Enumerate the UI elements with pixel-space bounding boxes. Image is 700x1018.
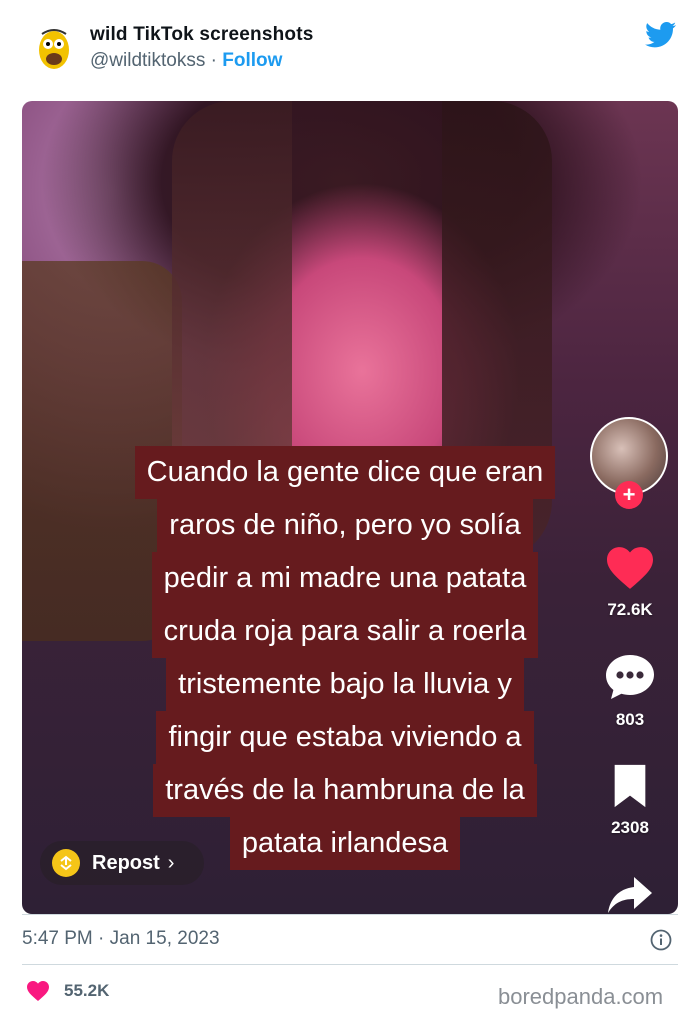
author-avatar[interactable] — [34, 26, 74, 72]
tiktok-share-button[interactable] — [590, 873, 670, 914]
follow-plus-icon[interactable]: + — [615, 481, 643, 509]
author-handle[interactable]: @wildtiktokss — [90, 50, 205, 71]
repost-button[interactable]: Repost › — [40, 841, 204, 885]
handle-separator: · — [205, 50, 223, 71]
heart-icon — [607, 547, 653, 589]
follow-link[interactable]: Follow — [222, 50, 282, 71]
caption-line: patata irlandesa — [229, 817, 461, 870]
caption-line: cruda roja para salir a roerla — [151, 605, 539, 658]
tiktok-comment-button[interactable]: 803 — [590, 653, 670, 730]
heart-icon — [27, 981, 49, 1001]
comment-icon — [606, 655, 654, 699]
caption-line: Cuando la gente dice que eran — [134, 446, 556, 499]
tweet-like-button[interactable]: 55.2K — [26, 980, 109, 1002]
tiktok-action-rail: + 72.6K 803 2308 — [590, 417, 670, 914]
tiktok-save-button[interactable]: 2308 — [590, 763, 670, 838]
caption-line: través de la hambruna de la — [153, 764, 537, 817]
tiktok-caption: Cuando la gente dice que eran raros de n… — [110, 446, 580, 870]
tiktok-comment-count: 803 — [615, 710, 645, 729]
chevron-right-icon: › — [167, 851, 175, 874]
tiktok-like-count: 72.6K — [607, 600, 653, 619]
author-handle-row: @wildtiktokss · Follow — [90, 50, 282, 72]
tweet-header: wild TikTok screenshots @wildtiktokss · … — [0, 0, 700, 100]
caption-line: raros de niño, pero yo solía — [157, 499, 533, 552]
tiktok-like-button[interactable]: 72.6K — [590, 545, 670, 620]
stats-divider — [22, 964, 678, 965]
tweet-like-count: 55.2K — [64, 981, 110, 1000]
media-bottom-edge — [22, 914, 678, 915]
caption-line: pedir a mi madre una patata — [151, 552, 539, 605]
tiktok-save-count: 2308 — [611, 818, 649, 837]
author-name[interactable]: wild TikTok screenshots — [90, 24, 314, 46]
twitter-bird-icon[interactable] — [645, 22, 677, 48]
boredpanda-watermark: boredpanda.com — [498, 984, 664, 1009]
tweet-timestamp[interactable]: 5:47 PM · Jan 15, 2023 — [22, 928, 220, 950]
tiktok-screenshot[interactable]: Cuando la gente dice que eran raros de n… — [22, 101, 678, 914]
repost-label: Repost — [92, 851, 160, 874]
caption-line: tristemente bajo la lluvia y — [166, 658, 524, 711]
share-icon — [608, 877, 652, 913]
info-icon[interactable] — [650, 929, 672, 951]
bookmark-icon — [614, 764, 646, 808]
caption-line: fingir que estaba viviendo a — [156, 711, 534, 764]
repost-icon — [52, 849, 80, 877]
